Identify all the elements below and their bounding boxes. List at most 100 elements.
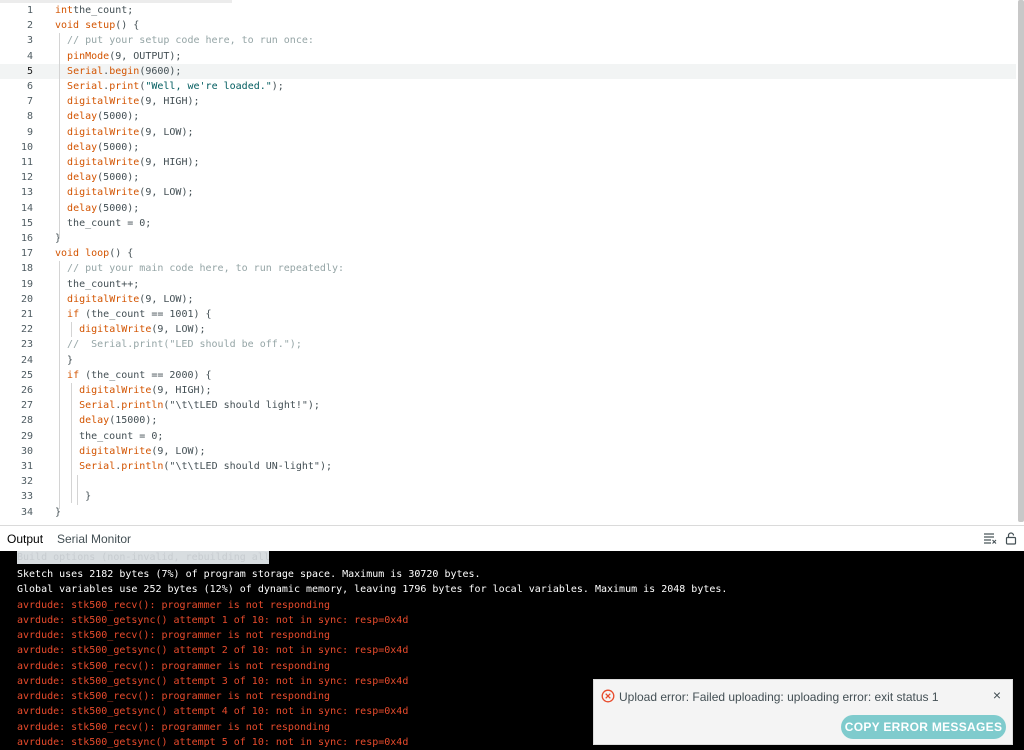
output-line: Sketch uses 2182 bytes (7%) of program s… (17, 569, 481, 580)
code-line[interactable]: 2 void setup() { (0, 18, 1016, 33)
line-code: digitalWrite(9, LOW); (55, 444, 206, 459)
close-icon[interactable]: × (990, 688, 1004, 702)
code-token: Serial (79, 461, 116, 472)
code-token: (15000); (109, 415, 158, 427)
code-token: ("\t\tLED should light!"); (163, 400, 320, 412)
code-line[interactable]: 11 digitalWrite(9, HIGH); (0, 155, 1016, 170)
code-line[interactable]: 13 digitalWrite(9, LOW); (0, 185, 1016, 200)
code-line[interactable]: 24 } (0, 353, 1016, 368)
code-token: println (121, 400, 164, 412)
code-token: if (67, 369, 80, 381)
code-line[interactable]: 12 delay(5000); (0, 170, 1016, 185)
line-number: 20 (20, 293, 33, 305)
code-token: (9, HIGH); (151, 385, 212, 396)
line-code: // put your setup code here, to run once… (55, 33, 314, 48)
code-line[interactable]: 26 digitalWrite(9, HIGH); (0, 383, 1016, 398)
line-code: intthe_count; (55, 3, 133, 18)
code-token: (the_count == 1001) { (79, 309, 212, 320)
line-number: 32 (20, 476, 33, 488)
code-line[interactable]: 27 Serial.println("\t\tLED should light!… (0, 398, 1016, 413)
code-token: the_count; (73, 5, 134, 16)
code-line[interactable]: 6 Serial.print("Well, we're loaded."); (0, 79, 1016, 94)
code-token: digitalWrite (67, 187, 140, 199)
code-line[interactable]: 23 // Serial.print("LED should be off.")… (0, 337, 1016, 352)
code-token: (the_count == 2000) { (79, 369, 212, 381)
tab-output[interactable]: Output (7, 532, 43, 546)
code-token: () { (115, 20, 140, 32)
indent-guide (59, 33, 60, 238)
code-token: (9, LOW); (151, 445, 206, 457)
code-token: ); (271, 81, 284, 92)
code-token: digitalWrite (67, 157, 140, 168)
output-line: avrdude: stk500_getsync() attempt 2 of 1… (17, 645, 409, 657)
line-number: 13 (20, 187, 33, 199)
code-line[interactable]: 32 (0, 474, 1016, 489)
line-number: 24 (20, 354, 33, 366)
output-line: avrdude: stk500_getsync() attempt 4 of 1… (17, 706, 409, 718)
lock-icon[interactable] (1004, 531, 1018, 545)
code-line[interactable]: 18 // put your main code here, to run re… (0, 261, 1016, 276)
code-token: (9, LOW); (139, 293, 194, 305)
code-line[interactable]: 21 if (the_count == 1001) { (0, 307, 1016, 322)
code-token: print (109, 81, 140, 92)
copy-error-messages-button[interactable]: COPY ERROR MESSAGES (841, 715, 1006, 739)
code-token: (9, LOW); (139, 187, 194, 199)
code-token: (9, LOW); (139, 126, 194, 138)
code-token: () { (109, 248, 134, 260)
tab-serial-monitor[interactable]: Serial Monitor (57, 532, 131, 546)
code-line[interactable]: 14 delay(5000); (0, 201, 1016, 216)
indent-guide (59, 261, 60, 509)
code-token: (9, OUTPUT); (109, 50, 182, 62)
code-token: (5000); (97, 202, 140, 214)
code-line[interactable]: 15 the_count = 0; (0, 216, 1016, 231)
line-number: 6 (26, 81, 33, 92)
line-number: 17 (20, 248, 33, 260)
code-token: } (55, 354, 74, 366)
line-number: 10 (20, 141, 33, 153)
indent-guide (71, 322, 72, 337)
code-line[interactable]: 28 delay(15000); (0, 413, 1016, 428)
code-line[interactable]: 31 Serial.println("\t\tLED should UN-lig… (0, 459, 1016, 474)
code-line[interactable]: 9 digitalWrite(9, LOW); (0, 125, 1016, 140)
code-line[interactable]: 33 } (0, 489, 1016, 504)
code-line[interactable]: 25 if (the_count == 2000) { (0, 368, 1016, 383)
indent-guide (77, 475, 78, 505)
code-line[interactable]: 20 digitalWrite(9, LOW); (0, 292, 1016, 307)
line-code: digitalWrite(9, HIGH); (55, 94, 199, 109)
line-code: void setup() { (55, 18, 139, 33)
line-number: 15 (20, 217, 33, 229)
editor-scrollbar[interactable] (1018, 0, 1024, 522)
code-line[interactable]: 17 void loop() { (0, 246, 1016, 261)
code-line[interactable]: 10 delay(5000); (0, 140, 1016, 155)
code-line[interactable]: 8 delay(5000); (0, 109, 1016, 124)
code-line[interactable]: 1 intthe_count; (0, 3, 1016, 18)
code-token: (9600); (139, 65, 182, 77)
clear-output-icon[interactable] (983, 531, 997, 545)
line-code: Serial.println("\t\tLED should UN-light"… (55, 459, 332, 474)
code-line[interactable]: 16} (0, 231, 1016, 246)
code-token: int (55, 5, 74, 16)
code-line[interactable]: 3 // put your setup code here, to run on… (0, 33, 1016, 48)
line-code: the_count = 0; (55, 216, 151, 231)
code-line[interactable]: 5 Serial.begin(9600); (0, 63, 1016, 79)
code-line[interactable]: 7 digitalWrite(9, HIGH); (0, 94, 1016, 109)
code-line[interactable]: 34} (0, 505, 1016, 520)
line-number: 7 (26, 96, 33, 108)
code-line[interactable]: 19 the_count++; (0, 277, 1016, 292)
code-line[interactable]: 30 digitalWrite(9, LOW); (0, 444, 1016, 459)
selected-output-line: Build options (non-invalid, rebuilding a… (17, 551, 269, 564)
line-code: // Serial.print("LED should be off."); (55, 337, 302, 352)
code-editor[interactable]: 1 intthe_count; 2 void setup() {3 // put yo… (0, 0, 1024, 525)
code-line[interactable]: 22 digitalWrite(9, LOW); (0, 322, 1016, 337)
line-number: 23 (20, 339, 33, 351)
code-line[interactable]: 4 pinMode(9, OUTPUT); (0, 49, 1016, 64)
code-token: digitalWrite (67, 293, 140, 305)
code-line[interactable]: 29 the_count = 0; (0, 429, 1016, 444)
code-token: (9, LOW); (151, 324, 206, 336)
line-number: 18 (20, 263, 33, 275)
